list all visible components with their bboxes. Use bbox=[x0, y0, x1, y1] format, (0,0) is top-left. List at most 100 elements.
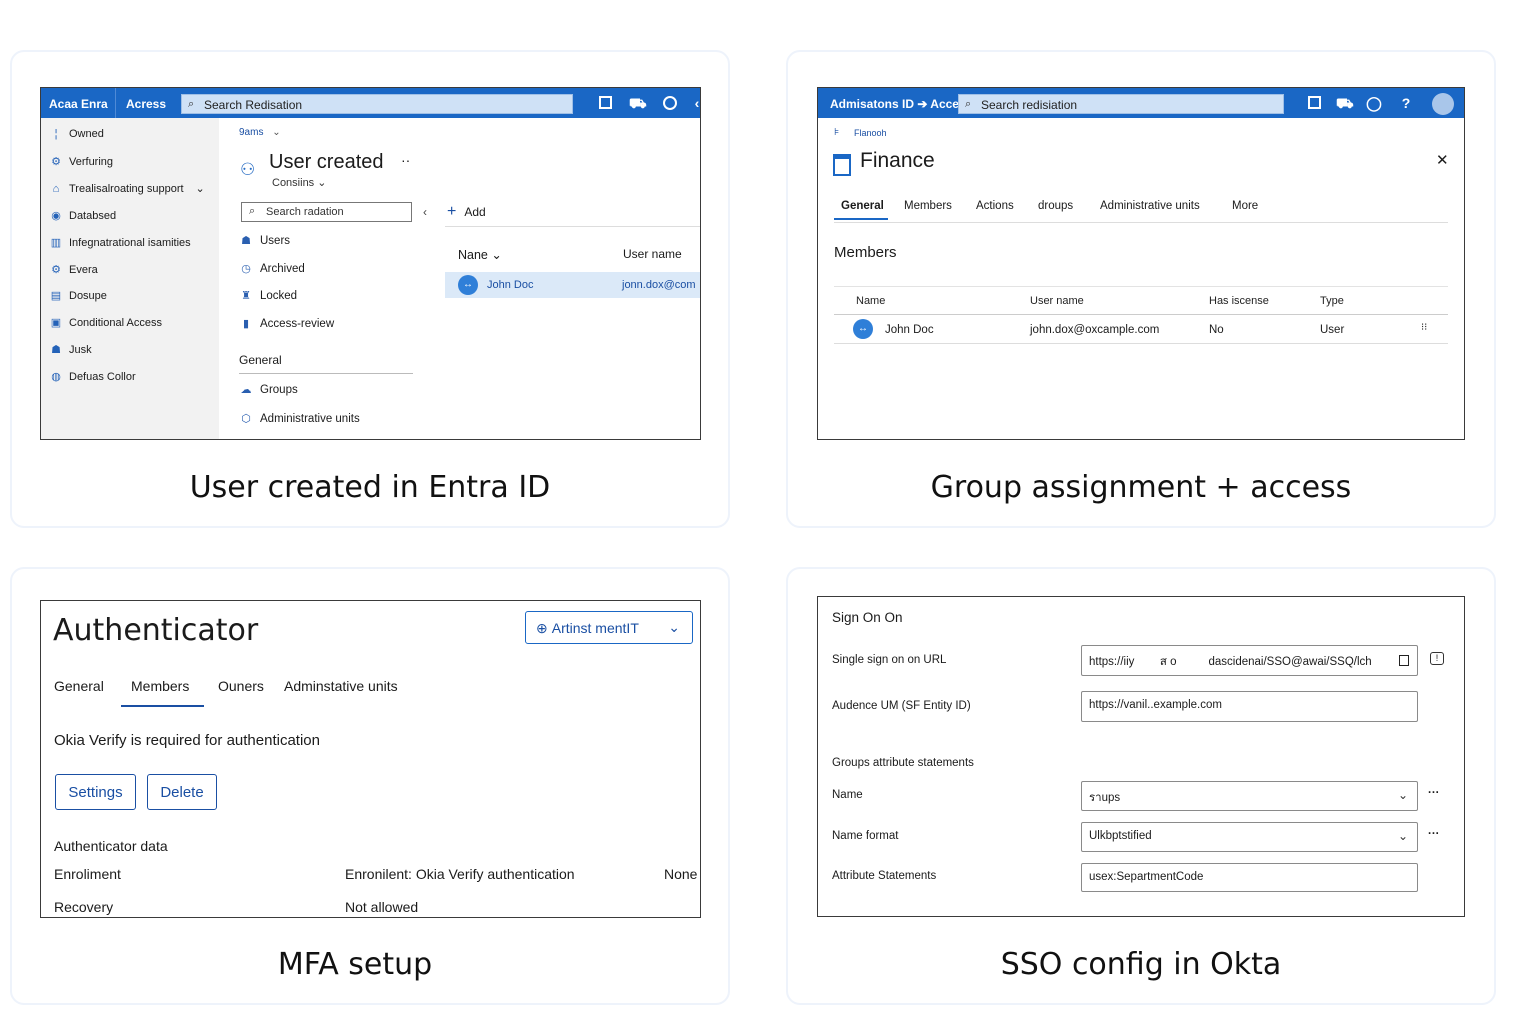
col-header-type[interactable]: Type bbox=[1320, 295, 1344, 307]
sidebar-item-label: Verfuring bbox=[69, 155, 114, 168]
group-search-input[interactable]: ⌕ Search redisiation bbox=[958, 94, 1284, 114]
entra-breadcrumb[interactable]: 9ams ⌄ bbox=[239, 127, 281, 138]
entity-id-field[interactable]: https://vanil..example.com bbox=[1081, 691, 1418, 722]
recovery-label: Recovery bbox=[54, 899, 114, 915]
menu-item[interactable]: ▮ Access-review bbox=[239, 317, 334, 330]
attr-format-label: Name format bbox=[832, 830, 899, 842]
copy-icon[interactable] bbox=[1399, 655, 1409, 666]
row-name[interactable]: John Doc bbox=[885, 324, 934, 336]
enrollment-label: Enroliment bbox=[54, 866, 121, 882]
sidebar-item[interactable]: ▣ Conditional Access bbox=[49, 316, 162, 329]
store-icon[interactable]: ⛟ bbox=[1336, 95, 1354, 111]
tab-admin-units[interactable]: Administrative units bbox=[1100, 200, 1200, 212]
entra-search-input[interactable]: ⌕ Search Redisation bbox=[181, 94, 573, 114]
tab-members[interactable]: Members bbox=[904, 200, 952, 212]
chevron-icon[interactable]: ‹ bbox=[689, 95, 700, 111]
mfa-card: Authenticator ⊕ Artinst mentIT ⌄ General … bbox=[10, 567, 730, 1005]
chevron-down-icon[interactable]: ⌄ bbox=[196, 183, 205, 195]
entra-nav-access[interactable]: Acress bbox=[126, 97, 166, 111]
tab-more[interactable]: More bbox=[1232, 200, 1258, 212]
mfa-dropdown[interactable]: ⊕ Artinst mentIT ⌄ bbox=[525, 611, 693, 644]
sidebar-item-label: Evera bbox=[69, 263, 98, 276]
table-row[interactable]: ↔ John Doc jonn.dox@com bbox=[445, 272, 700, 298]
users-icon: ☗ bbox=[51, 344, 61, 357]
sidebar-item[interactable]: ◍ Defuas Collor bbox=[49, 370, 135, 383]
attr-format-select[interactable]: Ulkbptstified ⌄ bbox=[1081, 822, 1418, 852]
sidebar-item[interactable]: ¦ Owned bbox=[49, 128, 104, 140]
circle-icon[interactable] bbox=[663, 96, 677, 110]
sidebar-item[interactable]: ▤ Dosupe bbox=[49, 289, 107, 302]
window-icon[interactable] bbox=[599, 96, 612, 109]
menu-item[interactable]: ☁ Groups bbox=[239, 383, 298, 396]
menu-item-label: Users bbox=[260, 235, 291, 247]
avatar[interactable] bbox=[1432, 93, 1454, 115]
more-icon[interactable]: ··· bbox=[1428, 787, 1440, 799]
menu-item[interactable]: ◷ Archived bbox=[239, 262, 305, 275]
row-name[interactable]: John Doc bbox=[487, 279, 533, 291]
tab-general[interactable]: General bbox=[841, 200, 884, 212]
marker-icon: ¦ bbox=[54, 128, 58, 140]
col-header-username[interactable]: User name bbox=[1030, 295, 1084, 307]
feedback-icon[interactable]: ◯ bbox=[1366, 95, 1382, 111]
tab-members[interactable]: Members bbox=[131, 678, 189, 694]
tab-general[interactable]: General bbox=[54, 678, 104, 694]
menu-item[interactable]: ☗ Users bbox=[239, 234, 290, 247]
page-subtitle[interactable]: Consiins ⌄ bbox=[272, 176, 326, 189]
tab-groups[interactable]: droups bbox=[1038, 200, 1073, 212]
group-window: Admisatons ID ➔ Access ⌕ Search redisiat… bbox=[817, 87, 1465, 440]
group-brand[interactable]: Admisatons ID ➔ Access bbox=[830, 97, 972, 111]
store-icon[interactable]: ⛟ bbox=[629, 95, 647, 111]
tab-underline bbox=[121, 705, 204, 707]
chevron-down-icon: ⌄ bbox=[1397, 788, 1408, 802]
caption-sso: SSO config in Okta bbox=[1000, 947, 1282, 982]
settings-button[interactable]: Settings bbox=[55, 774, 136, 810]
group-breadcrumb[interactable]: Flanooh bbox=[854, 128, 887, 138]
group-topbar: Admisatons ID ➔ Access ⌕ Search redisiat… bbox=[818, 88, 1464, 118]
section-divider bbox=[239, 373, 413, 374]
sso-url-field[interactable]: https://iiy ส o dascidenai/SSO@awai/SSQ/… bbox=[1081, 645, 1418, 676]
section-members: Members bbox=[834, 244, 897, 261]
tab-actions[interactable]: Actions bbox=[976, 200, 1014, 212]
sidebar-item[interactable]: ◉ Databsed bbox=[49, 209, 116, 222]
tab-admin-units[interactable]: Adminstative units bbox=[284, 678, 398, 694]
chevron-down-icon: ⌄ bbox=[668, 619, 680, 635]
help-icon[interactable]: ? bbox=[1398, 95, 1414, 111]
menu-item[interactable]: ⬡ Administrative units bbox=[239, 412, 360, 425]
close-icon[interactable]: ✕ bbox=[1436, 151, 1449, 169]
collapse-icon[interactable]: ‹ bbox=[423, 205, 427, 219]
attr-statements-field[interactable]: usex:SepartmentCode bbox=[1081, 863, 1418, 892]
sidebar-item[interactable]: ⌂ Trealisalroating support ⌄ bbox=[49, 182, 205, 195]
col-header-license[interactable]: Has iscense bbox=[1209, 295, 1269, 307]
add-button[interactable]: + Add bbox=[447, 203, 486, 221]
more-icon[interactable]: ·· bbox=[401, 152, 410, 168]
recovery-value: Not allowed bbox=[345, 899, 419, 915]
col-header-username[interactable]: User name bbox=[623, 247, 682, 261]
sidebar-item[interactable]: ☗ Jusk bbox=[49, 343, 92, 356]
col-header-name[interactable]: Name bbox=[856, 295, 885, 307]
sidebar-item-label: Infegnatrational isamities bbox=[69, 236, 191, 249]
info-icon[interactable]: ! bbox=[1430, 652, 1444, 665]
tab-owners[interactable]: Ouners bbox=[218, 678, 264, 694]
tabs-divider bbox=[834, 222, 1448, 223]
sidebar-item[interactable]: ▥ Infegnatrational isamities bbox=[49, 236, 191, 249]
users-icon: ☗ bbox=[241, 235, 251, 247]
attr-name-label: Name bbox=[832, 789, 863, 801]
group-card: Admisatons ID ➔ Access ⌕ Search redisiat… bbox=[786, 50, 1496, 528]
entra-menu-search[interactable]: ⌕ Search radation bbox=[241, 202, 412, 222]
delete-button[interactable]: Delete bbox=[147, 774, 217, 810]
building-icon: ▤ bbox=[50, 290, 62, 303]
col-header-name[interactable]: Nane ⌄ bbox=[458, 247, 502, 262]
entra-brand[interactable]: Acaa Enra bbox=[49, 97, 108, 111]
sidebar-item[interactable]: ⚙ Evera bbox=[49, 263, 98, 276]
entra-topbar: Acaa Enra Acress ⌕ Search Redisation ⛟ ‹ bbox=[41, 88, 700, 118]
building-icon bbox=[833, 154, 851, 176]
window-icon[interactable] bbox=[1308, 96, 1321, 109]
sso-window: Sign On On Single sign on on URL https:/… bbox=[817, 596, 1465, 917]
row-menu-icon[interactable]: ⁝⁝ bbox=[1421, 322, 1427, 333]
content-divider bbox=[445, 226, 700, 227]
attr-name-select[interactable]: ราups ⌄ bbox=[1081, 781, 1418, 811]
more-icon[interactable]: ··· bbox=[1428, 828, 1440, 840]
sidebar-item[interactable]: ⚙ Verfuring bbox=[49, 155, 113, 168]
data-heading: Authenticator data bbox=[54, 838, 168, 854]
menu-item[interactable]: ♜ Locked bbox=[239, 289, 297, 302]
